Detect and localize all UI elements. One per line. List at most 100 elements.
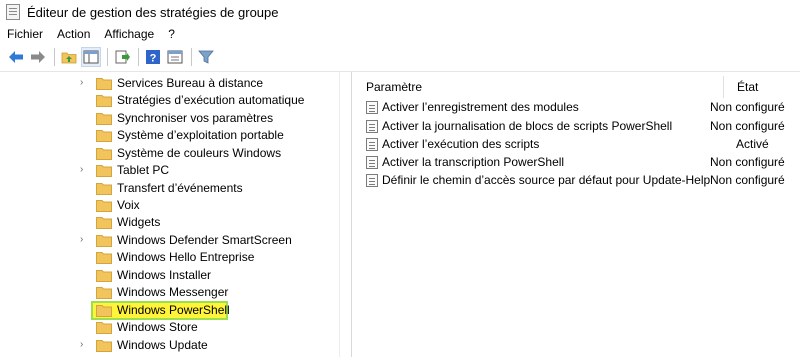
show-hide-tree-button[interactable]: [81, 47, 101, 67]
policy-name: Activer l’enregistrement des modules: [382, 100, 579, 114]
chevron-right-icon[interactable]: ›: [80, 235, 90, 245]
tree-item-label: Windows Defender SmartScreen: [117, 233, 292, 247]
folder-icon: [96, 183, 112, 195]
policy-setting-icon: [366, 138, 378, 151]
policy-setting-icon: [366, 120, 378, 133]
back-button[interactable]: [6, 47, 26, 67]
policy-row[interactable]: Activer la journalisation de blocs de sc…: [358, 117, 800, 135]
folder-icon: [96, 130, 112, 142]
tree-item-label: Tablet PC: [117, 163, 170, 177]
window-title: Éditeur de gestion des stratégies de gro…: [27, 4, 279, 20]
menu-help[interactable]: ?: [168, 27, 175, 41]
toolbar-separator: [54, 48, 55, 66]
toolbar-separator: [191, 48, 192, 66]
policy-state: Non configuré: [710, 119, 785, 133]
folder-icon: [96, 148, 112, 160]
tree-item[interactable]: Windows Hello Entreprise: [0, 249, 339, 266]
folder-icon: [96, 200, 112, 212]
tree-item-label: Services Bureau à distance: [117, 76, 264, 90]
policy-name: Activer l’exécution des scripts: [382, 137, 540, 151]
folder-icon: [96, 95, 112, 107]
tree-item-selected[interactable]: Windows PowerShell: [0, 301, 339, 320]
tree-item-label: Synchroniser vos paramètres: [117, 111, 274, 125]
folder-icon: [96, 235, 112, 247]
tree-item[interactable]: › Windows Update: [0, 337, 339, 354]
tree-item[interactable]: Stratégies d’exécution automatique: [0, 92, 339, 109]
tree-item-label: Transfert d’événements: [117, 181, 243, 195]
folder-icon: [96, 305, 112, 317]
up-one-level-button[interactable]: [59, 47, 79, 67]
policy-state: Non configuré: [710, 173, 785, 187]
policy-setting-icon: [366, 156, 378, 169]
tree-item[interactable]: Windows Store: [0, 319, 339, 336]
chevron-right-icon[interactable]: ›: [80, 78, 90, 88]
folder-icon: [96, 287, 112, 299]
column-header-parametre[interactable]: Paramètre: [366, 76, 422, 98]
tree-item[interactable]: Synchroniser vos paramètres: [0, 110, 339, 127]
tree-pane[interactable]: › Services Bureau à distance Stratégies …: [0, 72, 352, 357]
forward-arrow-icon: [31, 51, 45, 63]
tree-item-label: Widgets: [117, 215, 161, 229]
policy-name: Activer la transcription PowerShell: [382, 155, 565, 169]
menu-action[interactable]: Action: [57, 27, 90, 41]
column-divider[interactable]: [723, 76, 724, 98]
folder-icon: [96, 340, 112, 352]
folder-icon: [96, 270, 112, 282]
chevron-right-icon[interactable]: ›: [80, 165, 90, 175]
svg-text:?: ?: [150, 53, 157, 65]
tree-item[interactable]: › Windows Defender SmartScreen: [0, 232, 339, 249]
policy-state: Non configuré: [710, 155, 785, 169]
tree-scrollbar[interactable]: [339, 72, 351, 357]
show-hide-tree-icon: [83, 50, 99, 64]
menu-bar: Fichier Action Affichage ?: [0, 24, 800, 43]
tree-item[interactable]: Transfert d’événements: [0, 180, 339, 197]
tree-item[interactable]: Widgets: [0, 214, 339, 231]
folder-icon: [96, 217, 112, 229]
toolbar-separator: [107, 48, 108, 66]
folder-icon: [96, 78, 112, 90]
help-button[interactable]: ?: [143, 47, 163, 67]
export-list-icon: [115, 50, 130, 64]
tree-item-label: Voix: [117, 198, 140, 212]
menu-fichier[interactable]: Fichier: [7, 27, 43, 41]
back-arrow-icon: [9, 51, 23, 63]
policy-name: Définir le chemin d’accès source par déf…: [382, 173, 711, 187]
title-bar: Éditeur de gestion des stratégies de gro…: [0, 0, 800, 24]
tree-item[interactable]: › Tablet PC: [0, 162, 339, 179]
policy-row[interactable]: Activer la transcription PowerShell Non …: [358, 153, 800, 171]
menu-affichage[interactable]: Affichage: [104, 27, 154, 41]
tree-item-label: Système d’exploitation portable: [117, 128, 284, 142]
tree-item-label: Système de couleurs Windows: [117, 146, 282, 160]
policy-state: Non configuré: [710, 100, 785, 114]
tree-item[interactable]: Système de couleurs Windows: [0, 145, 339, 162]
properties-icon: [167, 50, 183, 64]
folder-icon: [96, 113, 112, 125]
policy-row[interactable]: Activer l’exécution des scripts Activé: [358, 135, 800, 153]
chevron-right-icon[interactable]: ›: [80, 340, 90, 350]
forward-button[interactable]: [28, 47, 48, 67]
filter-button[interactable]: [196, 47, 216, 67]
policy-setting-icon: [366, 101, 378, 114]
toolbar: ?: [0, 44, 800, 70]
help-icon: ?: [146, 50, 160, 65]
tree-item[interactable]: Windows Messenger: [0, 284, 339, 301]
tree-item[interactable]: › Services Bureau à distance: [0, 75, 339, 92]
filter-icon: [198, 50, 214, 64]
folder-icon: [96, 322, 112, 334]
tree-item[interactable]: Voix: [0, 197, 339, 214]
column-header-etat[interactable]: État: [737, 76, 758, 98]
tree-item-label: Windows Hello Entreprise: [117, 250, 255, 264]
gpo-editor-app-icon: [6, 4, 20, 20]
tree-item[interactable]: Windows Installer: [0, 267, 339, 284]
policy-state: Activé: [736, 137, 769, 151]
toolbar-separator: [138, 48, 139, 66]
tree-item[interactable]: Système d’exploitation portable: [0, 127, 339, 144]
policy-row[interactable]: Définir le chemin d’accès source par déf…: [358, 171, 800, 189]
policy-name: Activer la journalisation de blocs de sc…: [382, 119, 673, 133]
properties-button[interactable]: [165, 47, 185, 67]
tree-item-label: Windows Store: [117, 320, 198, 334]
tree-item-label: Stratégies d’exécution automatique: [117, 93, 305, 107]
tree-item-label: Windows Messenger: [117, 285, 229, 299]
policy-row[interactable]: Activer l’enregistrement des modules Non…: [358, 98, 800, 116]
export-list-button[interactable]: [112, 47, 132, 67]
